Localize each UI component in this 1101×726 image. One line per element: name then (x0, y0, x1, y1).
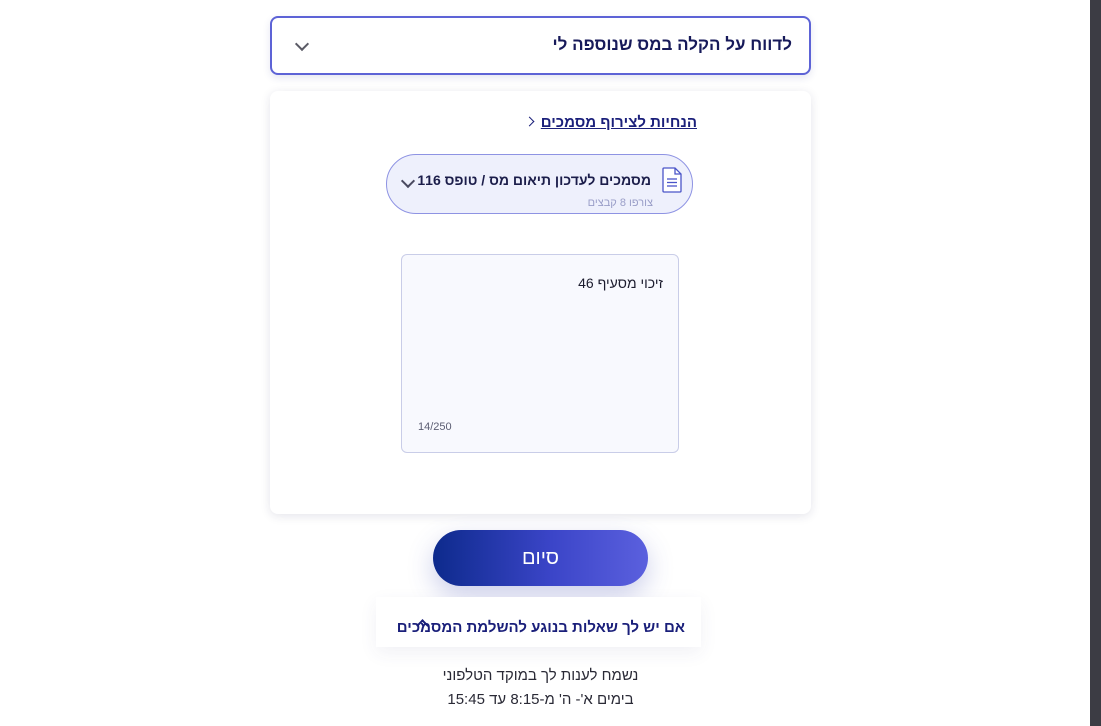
chevron-down-icon[interactable] (294, 36, 310, 52)
file-group-count: צורפו 8 קבצים (587, 197, 653, 209)
note-text: זיכוי מסעיף 46 (578, 275, 663, 291)
document-icon (662, 167, 682, 193)
contact-hours: בימים א'- ה' מ-8:15 עד 15:45 (447, 691, 634, 708)
attached-files-dropdown[interactable]: מסמכים לעדכון תיאום מס / טופס 116 צורפו … (386, 154, 693, 214)
contact-line-1: נשמח לענות לך במוקד הטלפוני (442, 667, 639, 684)
faq-toggle[interactable]: אם יש לך שאלות בנוגע להשלמת המסמכים (376, 597, 701, 647)
document-guidelines-link[interactable]: הנחיות לצירוף מסמכים (524, 114, 697, 131)
chevron-down-icon[interactable] (400, 173, 416, 189)
chevron-left-icon (524, 116, 535, 127)
page: לדווח על הקלה במס שנוספה לי הנחיות לצירו… (0, 0, 1101, 726)
note-textarea[interactable]: זיכוי מסעיף 46 14/250 (401, 254, 679, 453)
character-counter: 14/250 (418, 421, 452, 433)
finish-button[interactable]: סיום (433, 530, 648, 586)
topic-select[interactable]: לדווח על הקלה במס שנוספה לי (270, 16, 811, 75)
document-guidelines-label: הנחיות לצירוף מסמכים (540, 114, 697, 131)
documents-card: הנחיות לצירוף מסמכים מסמכים לעדכון תיאום… (270, 91, 811, 514)
scrollbar[interactable] (1090, 0, 1101, 726)
faq-label: אם יש לך שאלות בנוגע להשלמת המסמכים (396, 619, 685, 636)
file-group-title: מסמכים לעדכון תיאום מס / טופס 116 (417, 172, 651, 188)
topic-select-value: לדווח על הקלה במס שנוספה לי (552, 35, 792, 54)
